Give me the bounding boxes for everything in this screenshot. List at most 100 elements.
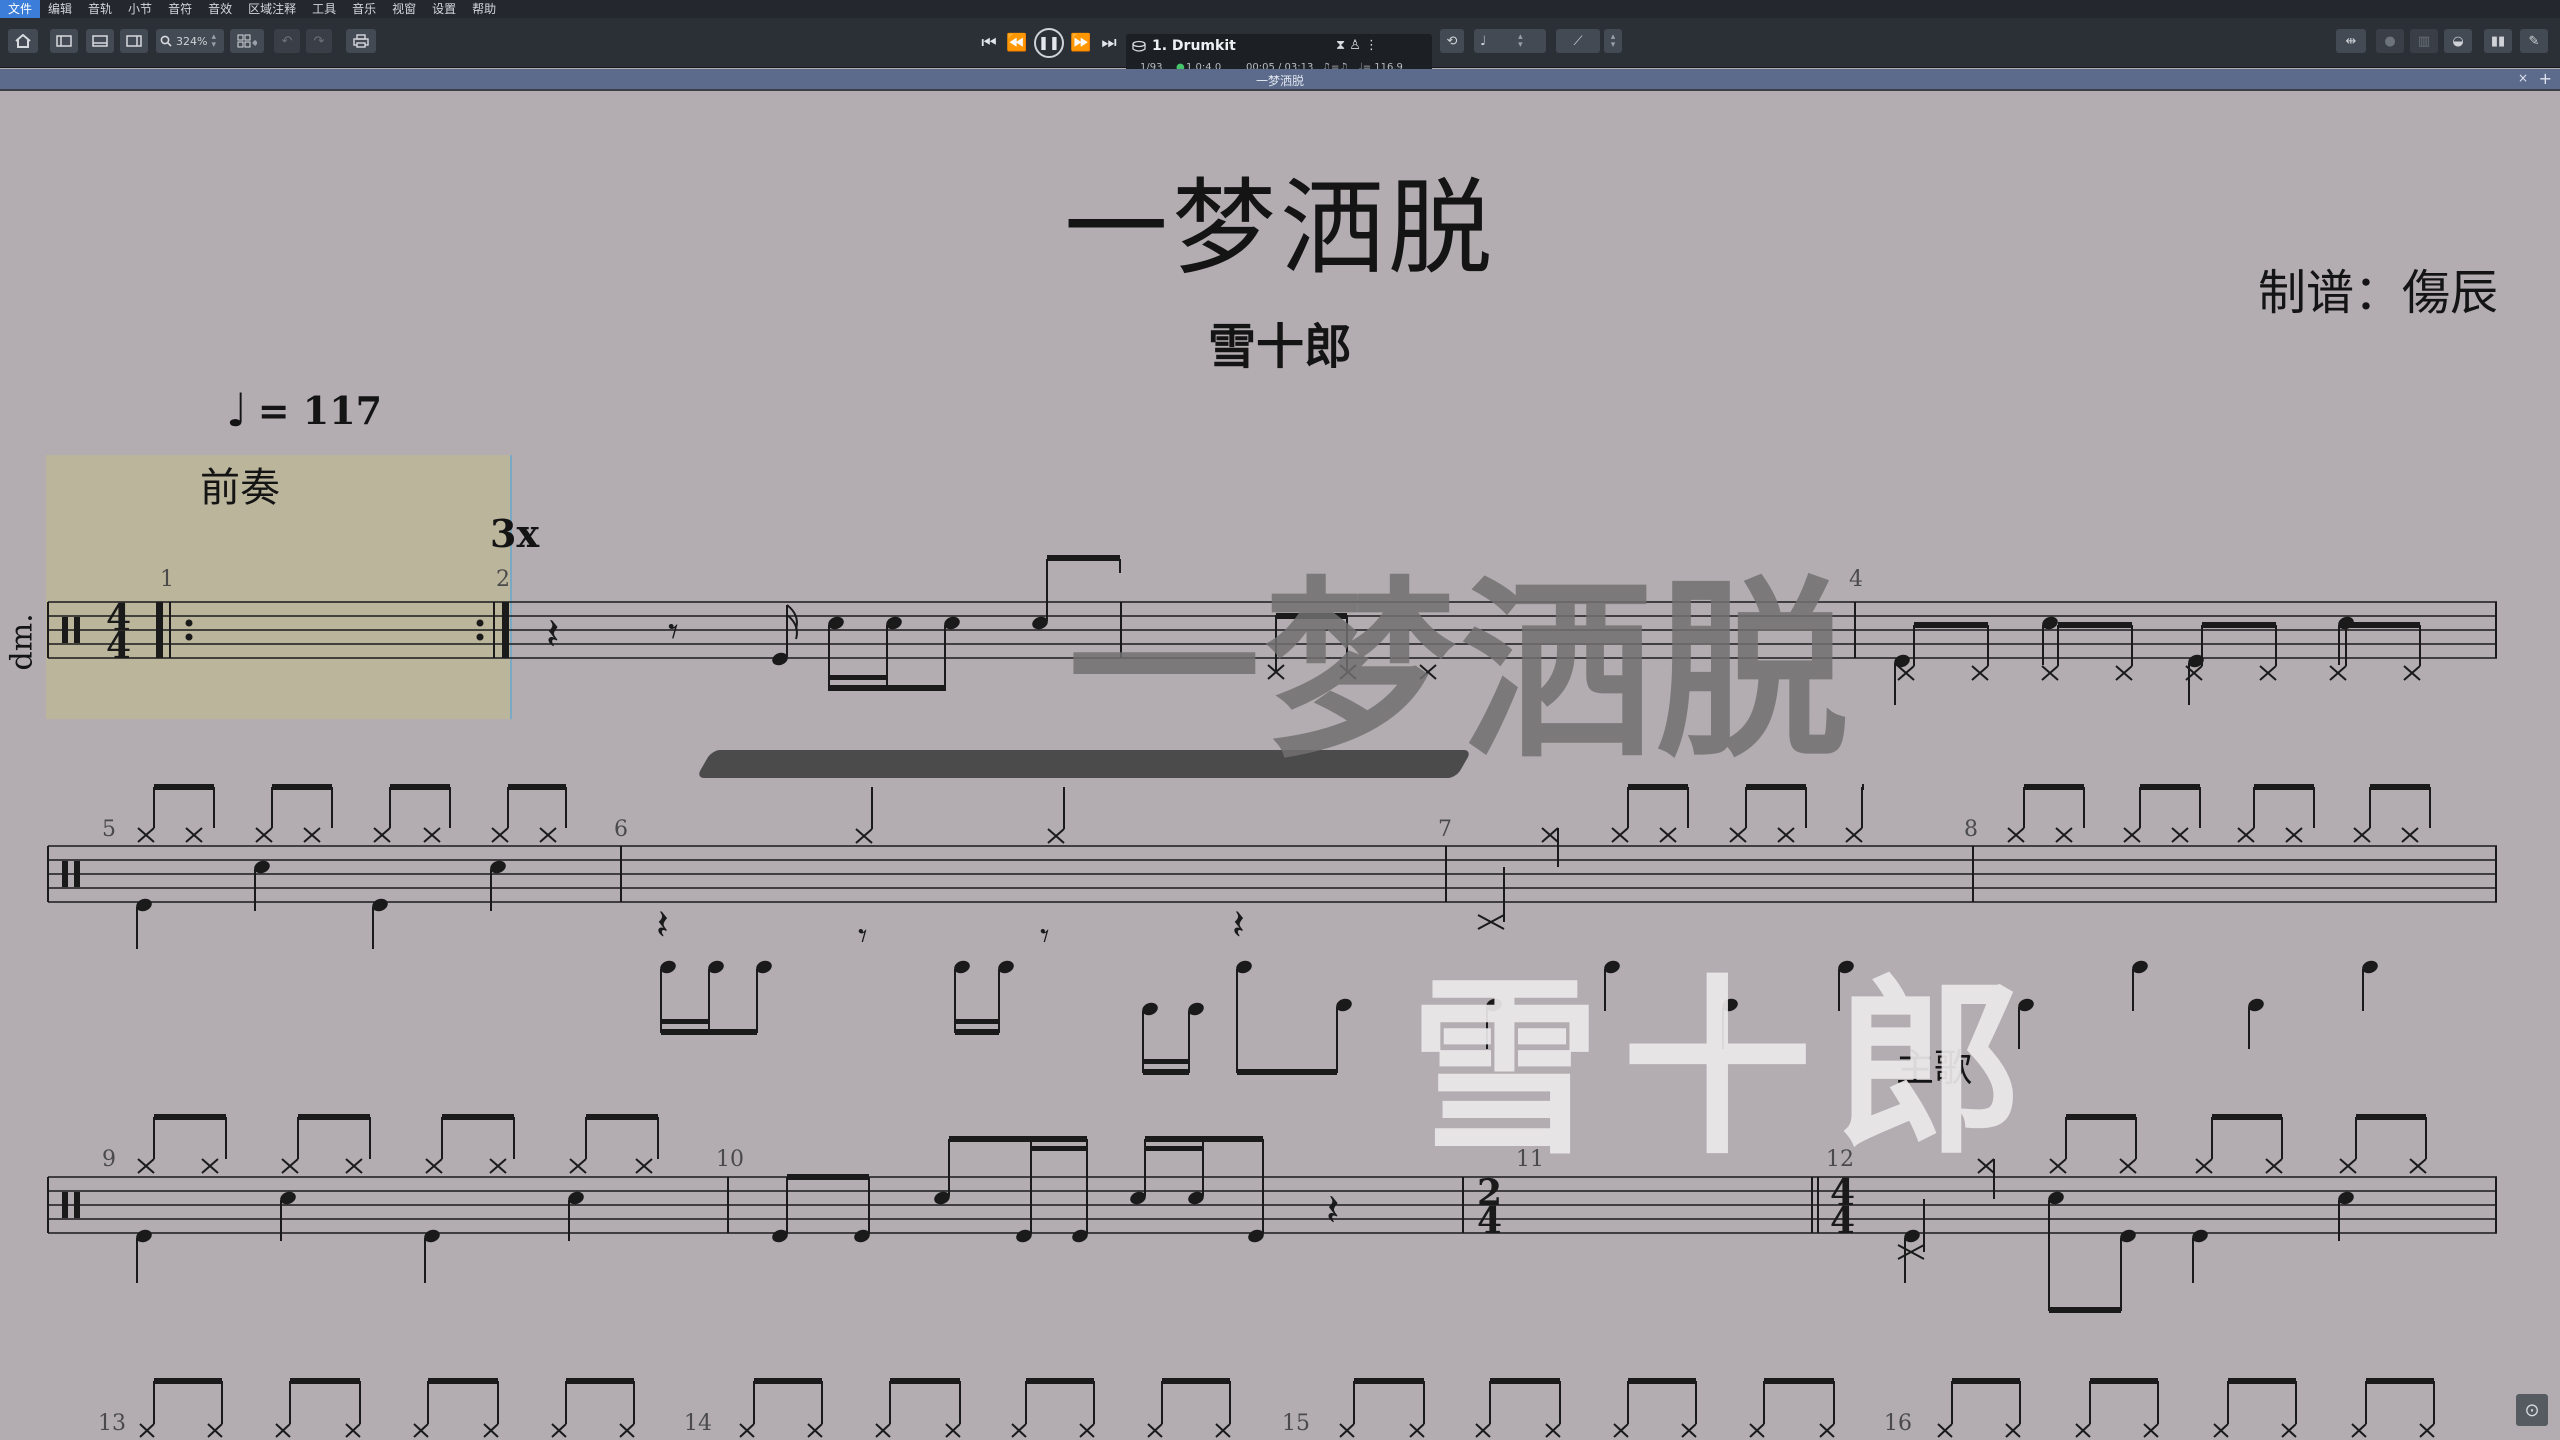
staff-system-2: 𝄽 𝄾 𝄾 𝄽 xyxy=(47,784,2497,1075)
tempo-marking[interactable]: ♩ = 117 xyxy=(226,383,382,437)
fretboard-button[interactable]: ▥ xyxy=(2410,29,2438,53)
score-page[interactable]: 4 4 𝄽 𝄾 𝄽 𝄾 𝄾 𝄽 𝄽 2 4 4 4 一梦洒脱 雪十郎 制谱：傷辰… xyxy=(0,93,2560,1440)
svg-text:𝄽: 𝄽 xyxy=(656,900,669,949)
measure-9-notes xyxy=(136,1114,659,1283)
menu-effects[interactable]: 音效 xyxy=(200,0,240,18)
score-title[interactable]: 一梦洒脱 xyxy=(0,143,2560,294)
menu-track[interactable]: 音轨 xyxy=(80,0,120,18)
menu-help[interactable]: 帮助 xyxy=(464,0,504,18)
measure-6-notes: 𝄽 𝄾 𝄾 𝄽 xyxy=(656,787,1352,1075)
print-button[interactable] xyxy=(346,29,376,53)
staff-system-3: 𝄽 2 4 4 4 xyxy=(47,1114,2497,1313)
quarter-note-icon: ♩ xyxy=(1480,33,1487,49)
layout-mode-button[interactable]: ◆ xyxy=(230,29,264,53)
watermark-title: 一梦洒脱 xyxy=(1068,561,1852,784)
section-label[interactable]: 前奏 xyxy=(200,455,280,513)
watermark-artist: 雪十郎 xyxy=(1410,957,2047,1180)
menu-bar: 文件 编辑 音轨 小节 音符 音效 区域注释 工具 音乐 视窗 设置 帮助 xyxy=(0,0,2560,18)
measure-number: 13 xyxy=(98,1411,126,1436)
pitch-button[interactable]: ⟋ xyxy=(1556,29,1600,53)
pencil-icon: ✎ xyxy=(2528,33,2540,49)
skip-forward-icon: ⏭ xyxy=(1101,33,1117,53)
repeat-start-barline xyxy=(156,602,163,658)
fast-forward-icon: ⏩ xyxy=(1070,33,1092,53)
menu-tools[interactable]: 工具 xyxy=(304,0,344,18)
panel-bottom-button[interactable] xyxy=(86,29,114,53)
undo-button[interactable]: ↶ xyxy=(274,29,300,53)
eighth-rest: 𝄾 xyxy=(668,609,679,655)
zoom-stepper-icon: ▴ ▾ xyxy=(211,32,216,50)
skip-back-button[interactable]: ⏮ xyxy=(976,30,1002,56)
measure-number: 15 xyxy=(1282,1411,1310,1436)
menu-sound[interactable]: 音乐 xyxy=(344,0,384,18)
zoom-fit-button[interactable]: ⊙ xyxy=(2516,1394,2548,1426)
fast-forward-button[interactable]: ⏩ xyxy=(1068,30,1094,56)
tempo-value: = 117 xyxy=(257,387,383,433)
svg-text:𝄽: 𝄽 xyxy=(1232,900,1245,949)
menu-settings[interactable]: 设置 xyxy=(424,0,464,18)
panel-icon xyxy=(56,35,72,47)
close-tab-icon[interactable]: × xyxy=(2518,71,2528,85)
inspector-button[interactable]: ✎ xyxy=(2520,29,2548,53)
redo-button[interactable]: ↷ xyxy=(306,29,332,53)
volume-stepper[interactable]: ▴ ▾ xyxy=(1604,29,1622,53)
measure-number: 7 xyxy=(1438,817,1452,842)
menu-file[interactable]: 文件 xyxy=(0,0,41,18)
svg-text:◆: ◆ xyxy=(252,38,257,47)
rewind-icon: ⏪ xyxy=(1006,33,1028,53)
skip-forward-button[interactable]: ⏭ xyxy=(1096,30,1122,56)
loop-icon: ⟲ xyxy=(1446,33,1458,49)
magnifier-icon xyxy=(160,35,172,47)
measure-number: 2 xyxy=(496,567,510,592)
repeat-count[interactable]: 3x xyxy=(490,511,539,556)
drum-view-button[interactable]: ◒ xyxy=(2444,29,2472,53)
speed-control[interactable]: ♩ ▴ ▾ xyxy=(1474,29,1546,53)
layout-icon xyxy=(92,35,108,47)
rewind-button[interactable]: ⏪ xyxy=(1004,30,1030,56)
svg-text:𝄽: 𝄽 xyxy=(1326,1185,1339,1236)
zoom-value: 324% xyxy=(176,34,208,48)
zoom-control[interactable]: 324% ▴ ▾ xyxy=(156,29,224,53)
time-signature-bottom: 4 xyxy=(106,625,131,667)
measure-10-notes: 𝄽 xyxy=(772,1136,1339,1243)
menu-note[interactable]: 音符 xyxy=(160,0,200,18)
measure-number: 1 xyxy=(160,567,174,592)
mic-button[interactable]: ● xyxy=(2376,29,2404,53)
drum-view-icon: ◒ xyxy=(2452,33,2464,49)
percussion-clef-icon xyxy=(62,617,68,643)
document-tab-bar: 一梦洒脱 × + xyxy=(0,69,2560,91)
menu-edit[interactable]: 编辑 xyxy=(40,0,80,18)
measure-8-notes xyxy=(2007,784,2431,1049)
speed-stepper-icon: ▴ ▾ xyxy=(1518,32,1523,50)
print-icon xyxy=(353,34,369,48)
score-artist[interactable]: 雪十郎 xyxy=(0,307,2560,377)
panel-left-button[interactable] xyxy=(50,29,78,53)
measure-5-notes xyxy=(136,784,567,949)
measure-number: 8 xyxy=(1964,817,1978,842)
repeat-end-barline xyxy=(502,602,509,658)
measure-number: 14 xyxy=(684,1411,712,1436)
home-icon xyxy=(15,34,31,48)
menu-section[interactable]: 区域注释 xyxy=(240,0,304,18)
mixer-icon: ▮▮ xyxy=(2490,33,2506,49)
menu-bar-item[interactable]: 小节 xyxy=(120,0,160,18)
measure-number: 6 xyxy=(614,817,628,842)
svg-text:𝄾: 𝄾 xyxy=(1040,916,1050,957)
home-button[interactable] xyxy=(8,29,38,53)
measure-number: 9 xyxy=(102,1147,116,1172)
tab-score[interactable]: 一梦洒脱 xyxy=(0,72,2560,89)
add-tab-icon[interactable]: + xyxy=(2539,69,2552,88)
grid-icon: ◆ xyxy=(237,34,257,48)
menu-view[interactable]: 视窗 xyxy=(384,0,424,18)
target-icon: ⊙ xyxy=(2524,1399,2540,1421)
score-arranger[interactable]: 制谱：傷辰 xyxy=(2258,253,2498,323)
mixer-button[interactable]: ▮▮ xyxy=(2484,29,2512,53)
measure-number: 10 xyxy=(716,1147,744,1172)
mic-icon: ● xyxy=(2384,33,2396,49)
loop-button[interactable]: ⟲ xyxy=(1440,29,1464,53)
pause-icon: ❚❚ xyxy=(1038,35,1060,51)
pause-button[interactable]: ❚❚ xyxy=(1034,28,1064,58)
panel-right-button[interactable] xyxy=(120,29,148,53)
drum-icon xyxy=(1132,40,1146,52)
multitrack-button[interactable]: ⇹ xyxy=(2336,29,2366,53)
